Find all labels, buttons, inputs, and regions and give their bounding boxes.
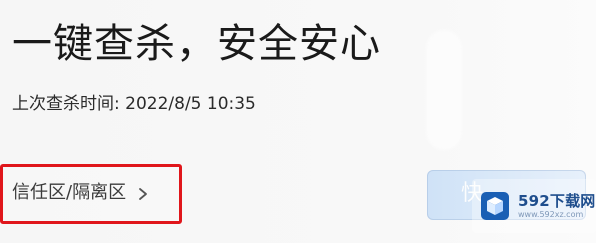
cube-logo-icon	[481, 192, 509, 220]
last-scan-time: 上次查杀时间: 2022/8/5 10:35	[12, 94, 256, 114]
background-glow	[426, 30, 462, 150]
trust-quarantine-link[interactable]: 信任区/隔离区	[12, 181, 150, 205]
watermark-main-text: 592下载网	[518, 191, 596, 210]
page-root: 一键查杀，安全安心 上次查杀时间: 2022/8/5 10:35 信任区/隔离区…	[0, 0, 596, 243]
watermark: 592下载网 www.592xz.com	[472, 179, 596, 233]
watermark-text-group: 592下载网 www.592xz.com	[518, 191, 596, 219]
chevron-right-icon	[139, 188, 147, 200]
page-title: 一键查杀，安全安心	[12, 21, 381, 67]
trust-quarantine-label: 信任区/隔离区	[12, 182, 127, 203]
watermark-url: www.592xz.com	[518, 209, 584, 219]
